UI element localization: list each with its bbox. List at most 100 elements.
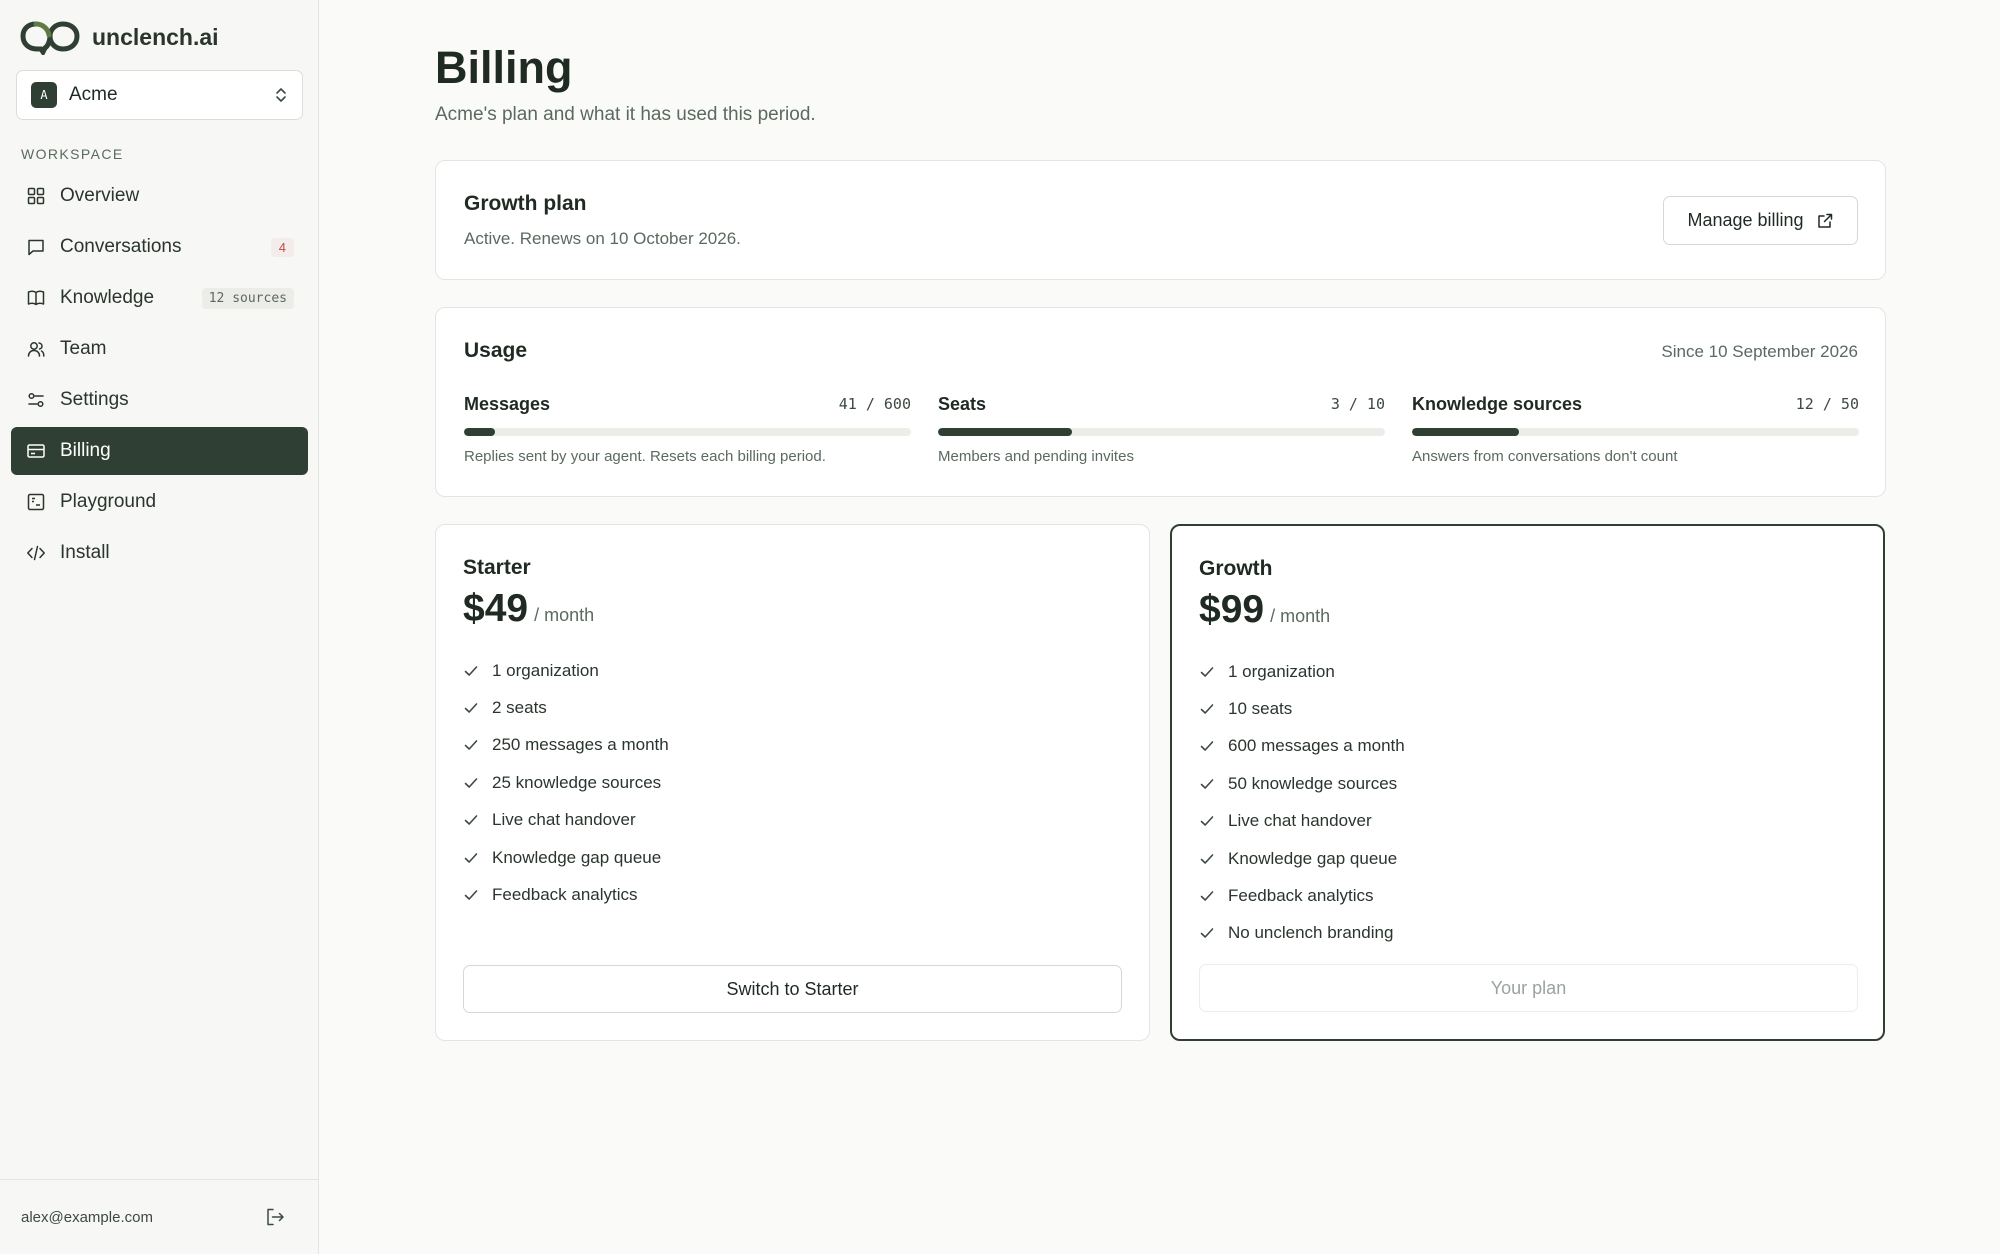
sidebar-item-label: Team	[60, 338, 107, 359]
current-plan-card: Growth plan Active. Renews on 10 October…	[435, 160, 1886, 280]
sidebar-item-label: Knowledge	[60, 287, 155, 308]
sidebar-item-label: Conversations	[60, 236, 182, 257]
meter-fill	[1412, 428, 1520, 436]
meter-name: Knowledge sources	[1412, 393, 1583, 414]
book-icon	[25, 287, 47, 309]
logo-icon	[20, 21, 80, 55]
meter-name: Messages	[464, 393, 551, 414]
feature-item: Live chat handover	[1199, 803, 1405, 840]
grid-icon	[25, 185, 47, 207]
meter-value: 3 / 10	[1330, 395, 1385, 413]
feature-item: Feedback analytics	[463, 876, 669, 913]
sidebar-item-label: Overview	[60, 185, 140, 206]
chevron-up-down-icon	[276, 88, 286, 102]
feature-label: 50 knowledge sources	[1228, 773, 1398, 793]
feature-label: 25 knowledge sources	[492, 772, 662, 792]
your-plan-button: Your plan	[1199, 964, 1858, 1012]
meter-fill	[464, 428, 495, 436]
feature-label: 250 messages a month	[492, 735, 669, 755]
sidebar-nav: Overview Conversations 4 Knowledge 12 so…	[11, 172, 308, 580]
plan-title: Growth plan	[464, 192, 587, 215]
sliders-icon	[25, 389, 47, 411]
tier-price: $49 / month	[463, 587, 594, 631]
price-amount: $99	[1199, 588, 1265, 631]
usage-title: Usage	[464, 339, 528, 362]
feature-label: Feedback analytics	[1228, 886, 1374, 906]
sidebar-item-conversations[interactable]: Conversations 4	[11, 223, 308, 271]
tier-card-starter: Starter $49 / month 1 organization 2 seat…	[435, 524, 1150, 1041]
feature-label: Live chat handover	[492, 810, 636, 830]
check-icon	[1200, 666, 1214, 677]
external-link-icon	[1817, 213, 1832, 228]
sidebar-item-overview[interactable]: Overview	[11, 172, 308, 220]
feature-item: 1 organization	[463, 652, 669, 689]
sidebar-item-label: Settings	[60, 389, 129, 410]
feature-label: Live chat handover	[1228, 811, 1372, 831]
page-title: Billing	[435, 42, 573, 93]
feature-label: 1 organization	[492, 660, 599, 680]
sidebar-item-install[interactable]: Install	[11, 529, 308, 577]
meter-name: Seats	[938, 393, 987, 414]
feature-item: 2 seats	[463, 689, 669, 726]
check-icon	[1200, 704, 1214, 714]
check-icon	[464, 890, 478, 900]
feature-label: 2 seats	[492, 698, 547, 718]
sidebar-footer: alex@example.com	[0, 1179, 319, 1254]
code-icon	[25, 542, 47, 564]
logout-icon[interactable]	[264, 1206, 286, 1228]
check-icon	[464, 740, 478, 751]
meter-value: 12 / 50	[1795, 395, 1859, 413]
price-period: / month	[1270, 606, 1331, 626]
check-icon	[464, 852, 478, 863]
meter-seats: Seats 3 / 10 Members and pending invites	[938, 392, 1385, 465]
check-icon	[464, 703, 478, 713]
sidebar-item-team[interactable]: Team	[11, 325, 308, 373]
check-icon	[464, 665, 478, 676]
feature-item: 25 knowledge sources	[463, 764, 669, 801]
feature-label: 10 seats	[1228, 699, 1293, 719]
check-icon	[1200, 853, 1214, 864]
sidebar-item-knowledge[interactable]: Knowledge 12 sources	[11, 274, 308, 322]
feature-item: 10 seats	[1199, 690, 1405, 727]
check-icon	[464, 815, 478, 826]
chat-icon	[25, 236, 47, 258]
tier-name: Starter	[463, 556, 531, 579]
meter-knowledge-sources: Knowledge sources 12 / 50 Answers from c…	[1412, 392, 1859, 465]
feature-item: Live chat handover	[463, 802, 669, 839]
check-icon	[464, 778, 478, 788]
feature-item: 250 messages a month	[463, 727, 669, 764]
check-icon	[1200, 816, 1214, 827]
feature-item: Knowledge gap queue	[1199, 840, 1405, 877]
user-email: alex@example.com	[21, 1208, 153, 1226]
sidebar-item-label: Playground	[60, 491, 157, 512]
feature-item: Feedback analytics	[1199, 877, 1405, 914]
meter-value: 41 / 600	[838, 395, 911, 413]
meter-note: Answers from conversations don't count	[1412, 448, 1678, 465]
feature-label: Knowledge gap queue	[1228, 848, 1398, 868]
feature-item: 600 messages a month	[1199, 728, 1405, 765]
tier-card-growth: Growth $99 / month 1 organization 10 seat…	[1170, 524, 1885, 1041]
tier-name: Growth	[1199, 557, 1273, 580]
tier-price: $99 / month	[1199, 588, 1330, 632]
feature-label: 600 messages a month	[1228, 736, 1405, 756]
section-label-workspace: WORKSPACE	[21, 146, 124, 162]
feature-label: Knowledge gap queue	[492, 847, 662, 867]
feature-label: 1 organization	[1228, 661, 1335, 681]
sidebar-item-billing[interactable]: Billing	[11, 427, 308, 475]
price-period: / month	[534, 605, 595, 625]
feature-label: No unclench branding	[1228, 923, 1394, 943]
check-icon	[1200, 928, 1214, 939]
sidebar-item-playground[interactable]: Playground	[11, 478, 308, 526]
sidebar-item-settings[interactable]: Settings	[11, 376, 308, 424]
brand[interactable]: unclench.ai	[20, 18, 219, 56]
manage-billing-label: Manage billing	[1687, 210, 1804, 230]
org-switcher[interactable]: A Acme	[16, 70, 303, 120]
plan-status: Active. Renews on 10 October 2026.	[464, 229, 741, 248]
sources-badge: 12 sources	[201, 287, 294, 309]
feature-item: 50 knowledge sources	[1199, 765, 1405, 802]
org-avatar: A	[31, 82, 57, 108]
feature-item: No unclench branding	[1199, 915, 1405, 952]
manage-billing-button[interactable]: Manage billing	[1663, 196, 1858, 245]
page-subtitle: Acme's plan and what it has used this pe…	[435, 104, 816, 125]
switch-to-starter-button[interactable]: Switch to Starter	[463, 965, 1122, 1013]
